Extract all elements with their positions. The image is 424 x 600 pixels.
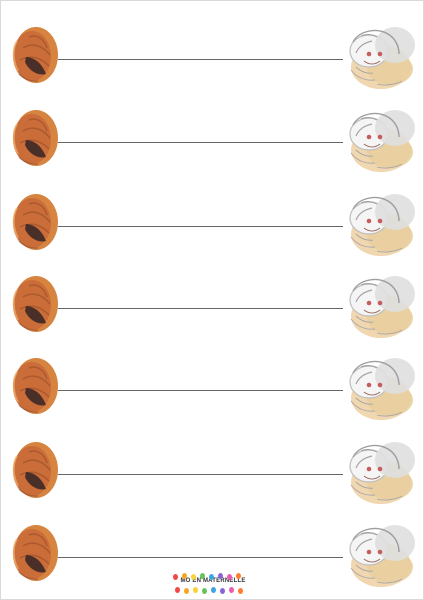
matching-line	[58, 474, 343, 475]
logo-handprint-dot	[238, 588, 243, 594]
bread-loaf-icon	[7, 357, 61, 415]
matching-line	[58, 308, 343, 309]
matching-line	[58, 226, 343, 227]
logo-handprint-dot	[218, 573, 223, 579]
bread-loaf-icon	[7, 109, 61, 167]
footer-logo: MO EN MATERNELLE	[171, 573, 255, 596]
worksheet-row	[1, 357, 424, 421]
logo-handprint-dot	[193, 587, 198, 593]
matching-line	[58, 557, 343, 558]
logo-handprint-dot	[209, 574, 214, 580]
logo-handprint-dot	[202, 588, 207, 594]
worksheet-row	[1, 109, 424, 173]
worksheet-row	[1, 441, 424, 505]
logo-handprint-dot	[229, 587, 234, 593]
grandmother-icon	[341, 354, 417, 422]
logo-handprint-dot	[173, 574, 178, 580]
bread-loaf-icon	[7, 26, 61, 84]
grandmother-icon	[341, 272, 417, 340]
logo-handprint-dot	[211, 587, 216, 593]
grandmother-icon	[341, 23, 417, 91]
logo-handprint-dot	[175, 587, 180, 593]
grandmother-icon	[341, 521, 417, 589]
logo-handprint-dot	[182, 573, 187, 579]
worksheet-page: MO EN MATERNELLE	[0, 0, 424, 600]
worksheet-row	[1, 275, 424, 339]
bread-loaf-icon	[7, 275, 61, 333]
bread-loaf-icon	[7, 524, 61, 582]
matching-line	[58, 59, 343, 60]
matching-line	[58, 142, 343, 143]
worksheet-row	[1, 193, 424, 257]
grandmother-icon	[341, 438, 417, 506]
logo-handprint-dot	[236, 573, 241, 579]
logo-handprint-dot	[227, 574, 232, 580]
grandmother-icon	[341, 106, 417, 174]
worksheet-row	[1, 26, 424, 90]
matching-line	[58, 390, 343, 391]
grandmother-icon	[341, 190, 417, 258]
logo-handprint-dot	[200, 573, 205, 579]
logo-handprint-dot	[191, 574, 196, 580]
logo-handprint-dot	[184, 588, 189, 594]
bread-loaf-icon	[7, 193, 61, 251]
bread-loaf-icon	[7, 441, 61, 499]
logo-handprint-dot	[220, 588, 225, 594]
